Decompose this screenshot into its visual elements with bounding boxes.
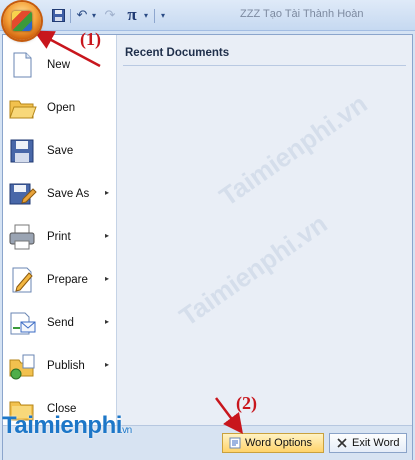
background-watermark: Taimienphi.vn (173, 208, 333, 332)
menu-item-label: Open (47, 102, 76, 114)
menu-item-new[interactable]: New (7, 45, 115, 85)
menu-item-prepare[interactable]: Prepare ▸ (7, 260, 115, 300)
save-qat-button[interactable] (50, 7, 66, 23)
taimienphi-watermark: Taimienphi.vn (2, 412, 132, 440)
word-options-button[interactable]: Word Options (222, 433, 324, 453)
chevron-down-icon: ▾ (160, 10, 165, 20)
menu-item-send[interactable]: Send ▸ (7, 303, 115, 343)
watermark-brand: Taimienphi (2, 412, 122, 439)
menu-item-label: Prepare (47, 274, 88, 286)
pi-icon: π (127, 5, 137, 24)
watermark-suffix: .vn (119, 425, 132, 436)
menu-item-open[interactable]: Open (7, 88, 115, 128)
title-bar: ↶ ▾ ↷ π ▾ ▾ ZZZ Tạo Tài Thành Hoàn (0, 0, 415, 40)
menu-item-label: Publish (47, 360, 85, 372)
divider (123, 65, 406, 66)
floppy-disk-icon (51, 8, 65, 22)
undo-icon: ↶ (76, 7, 88, 22)
menu-item-save-as[interactable]: Save As ▸ (7, 174, 115, 214)
exit-word-button[interactable]: Exit Word (329, 433, 407, 453)
equation-dropdown-button[interactable]: ▾ (142, 7, 150, 23)
customize-qat-button[interactable]: ▾ (158, 7, 168, 23)
submenu-arrow-icon: ▸ (104, 274, 109, 283)
folder-open-icon (7, 93, 37, 123)
menu-item-save[interactable]: Save (7, 131, 115, 171)
floppy-disk-icon (7, 136, 37, 166)
window-title: ZZZ Tạo Tài Thành Hoàn (240, 8, 364, 20)
recent-documents-pane: Recent Documents Taimienphi.vn Taimienph… (117, 35, 412, 425)
word-options-label: Word Options (245, 437, 313, 449)
menu-item-publish[interactable]: Publish ▸ (7, 346, 115, 386)
prepare-icon (7, 265, 37, 295)
options-icon (229, 437, 241, 449)
submenu-arrow-icon: ▸ (104, 360, 109, 369)
submenu-arrow-icon: ▸ (104, 188, 109, 197)
submenu-arrow-icon: ▸ (104, 231, 109, 240)
office-menu: New Open Save Save As ▸ Print ▸ Prepare … (2, 34, 413, 460)
office-button[interactable] (3, 2, 41, 40)
redo-icon: ↷ (104, 7, 116, 22)
menu-item-label: Send (47, 317, 74, 329)
save-as-icon (7, 179, 37, 209)
chevron-down-icon: ▾ (91, 10, 96, 20)
chevron-down-icon: ▾ (143, 10, 148, 20)
menu-item-label: Save (47, 145, 74, 157)
command-list: New Open Save Save As ▸ Print ▸ Prepare … (3, 35, 117, 425)
printer-icon (7, 222, 37, 252)
send-icon (7, 308, 37, 338)
publish-icon (7, 351, 37, 381)
undo-dropdown-button[interactable]: ▾ (90, 7, 98, 23)
close-icon (337, 438, 347, 448)
recent-documents-title: Recent Documents (125, 47, 230, 59)
undo-button[interactable]: ↶ (74, 7, 90, 23)
menu-item-label: Save As (47, 188, 90, 200)
exit-word-label: Exit Word (352, 437, 400, 449)
menu-item-label: Print (47, 231, 71, 243)
background-watermark: Taimienphi.vn (213, 88, 373, 212)
step-1-label: (1) (80, 29, 101, 49)
step-2-label: (2) (236, 393, 257, 413)
redo-button[interactable]: ↷ (102, 7, 118, 23)
office-logo-icon (12, 11, 32, 31)
submenu-arrow-icon: ▸ (104, 317, 109, 326)
menu-item-print[interactable]: Print ▸ (7, 217, 115, 257)
equation-button[interactable]: π (122, 5, 142, 24)
menu-item-label: New (47, 59, 71, 71)
new-document-icon (7, 50, 37, 80)
